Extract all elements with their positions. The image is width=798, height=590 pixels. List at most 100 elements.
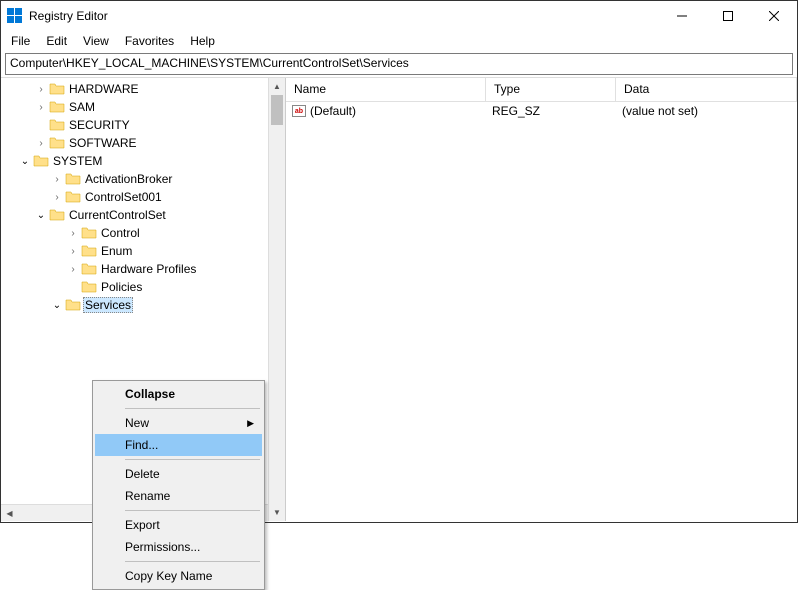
context-menu-label: Export [125,518,160,532]
value-data: (value not set) [616,104,797,118]
tree-item[interactable]: › SAM [1,98,268,116]
chevron-right-icon[interactable]: › [33,102,49,113]
tree-item-label: Policies [99,280,144,294]
folder-icon [33,154,49,168]
tree-item-label: SAM [67,100,97,114]
scroll-up-button[interactable]: ▲ [269,78,285,95]
context-menu-separator [125,408,260,409]
context-menu-label: Copy Key Name [125,569,212,583]
context-menu-item[interactable]: Copy Key Name [95,565,262,587]
menu-item-edit[interactable]: Edit [40,32,73,50]
tree-item[interactable]: › ControlSet001 [1,188,268,206]
scroll-thumb[interactable] [271,95,283,125]
tree-item[interactable]: › Enum [1,242,268,260]
context-menu-item[interactable]: Collapse [95,383,262,405]
values-pane: Name Type Data ab (Default) REG_SZ(value n… [286,78,797,521]
folder-icon [81,244,97,258]
context-menu-item[interactable]: Delete [95,463,262,485]
tree-vert-scrollbar[interactable]: ▲ ▼ [268,78,285,521]
chevron-down-icon[interactable]: ⌄ [17,156,33,167]
folder-icon [65,190,81,204]
chevron-right-icon[interactable]: › [49,192,65,203]
context-menu-label: Find... [125,438,158,452]
menu-item-favorites[interactable]: Favorites [119,32,180,50]
tree-item-label: ControlSet001 [83,190,164,204]
tree-item-label: Control [99,226,142,240]
chevron-right-icon[interactable]: › [33,84,49,95]
maximize-button[interactable] [705,1,751,31]
tree-item[interactable]: ⌄ CurrentControlSet [1,206,268,224]
column-header-type[interactable]: Type [486,78,616,101]
tree-item[interactable]: ⌄ Services [1,296,268,314]
folder-icon [49,136,65,150]
context-menu-item[interactable]: Rename [95,485,262,507]
column-header-name[interactable]: Name [286,78,486,101]
chevron-down-icon[interactable]: ⌄ [33,210,49,221]
tree-item[interactable]: Policies [1,278,268,296]
chevron-right-icon[interactable]: › [49,174,65,185]
close-button[interactable] [751,1,797,31]
scroll-track[interactable] [269,95,285,504]
chevron-right-icon[interactable]: › [33,138,49,149]
context-menu-label: Delete [125,467,160,481]
column-headers: Name Type Data [286,78,797,102]
list-row[interactable]: ab (Default) REG_SZ(value not set) [286,102,797,120]
tree-item-label: CurrentControlSet [67,208,168,222]
context-menu-separator [125,561,260,562]
context-menu-item[interactable]: Permissions... [95,536,262,558]
folder-icon [81,262,97,276]
folder-icon [49,82,65,96]
context-menu-item[interactable]: New ▶ [95,412,262,434]
tree-item-label: Hardware Profiles [99,262,198,276]
address-bar[interactable]: Computer\HKEY_LOCAL_MACHINE\SYSTEM\Curre… [5,53,793,75]
tree-item[interactable]: › Control [1,224,268,242]
submenu-arrow-icon: ▶ [247,418,254,429]
tree-item-label: ActivationBroker [83,172,174,186]
context-menu-label: Rename [125,489,170,503]
folder-icon [65,298,81,312]
value-name: (Default) [310,104,356,118]
chevron-right-icon[interactable]: › [65,246,81,257]
window-title: Registry Editor [29,9,659,23]
scroll-left-button[interactable]: ◀ [1,505,18,521]
tree-item[interactable]: ⌄ SYSTEM [1,152,268,170]
folder-icon [81,226,97,240]
context-menu-label: New [125,416,149,430]
tree-item-label: Enum [99,244,134,258]
menu-item-help[interactable]: Help [184,32,221,50]
tree-item[interactable]: › HARDWARE [1,80,268,98]
folder-icon [49,118,65,132]
scroll-down-button[interactable]: ▼ [269,504,285,521]
context-menu-item[interactable]: Find... [95,434,262,456]
chevron-right-icon[interactable]: › [65,228,81,239]
folder-icon [49,208,65,222]
menu-item-file[interactable]: File [5,32,36,50]
context-menu-label: Permissions... [125,540,200,554]
folder-icon [65,172,81,186]
tree-item[interactable]: › Hardware Profiles [1,260,268,278]
tree-item[interactable]: › ActivationBroker [1,170,268,188]
tree-item[interactable]: ›SOFTWARE [1,134,268,152]
chevron-right-icon[interactable]: › [65,264,81,275]
context-menu-separator [125,510,260,511]
context-menu-separator [125,459,260,460]
chevron-down-icon[interactable]: ⌄ [49,300,65,311]
tree-item[interactable]: SECURITY [1,116,268,134]
minimize-button[interactable] [659,1,705,31]
titlebar: Registry Editor [1,1,797,31]
string-value-icon: ab [292,105,306,117]
app-icon [7,8,23,24]
column-header-data[interactable]: Data [616,78,797,101]
folder-icon [49,100,65,114]
folder-icon [81,280,97,294]
tree-item-label: Services [83,297,133,313]
tree-item-label: SECURITY [67,118,132,132]
context-menu-label: Collapse [125,387,175,401]
menubar: FileEditViewFavoritesHelp [1,31,797,51]
context-menu: Collapse New ▶ Find... Delete Rename Export Per… [92,380,265,590]
menu-item-view[interactable]: View [77,32,115,50]
value-type: REG_SZ [486,104,616,118]
tree-item-label: SYSTEM [51,154,104,168]
context-menu-item[interactable]: Export [95,514,262,536]
tree-item-label: HARDWARE [67,82,141,96]
